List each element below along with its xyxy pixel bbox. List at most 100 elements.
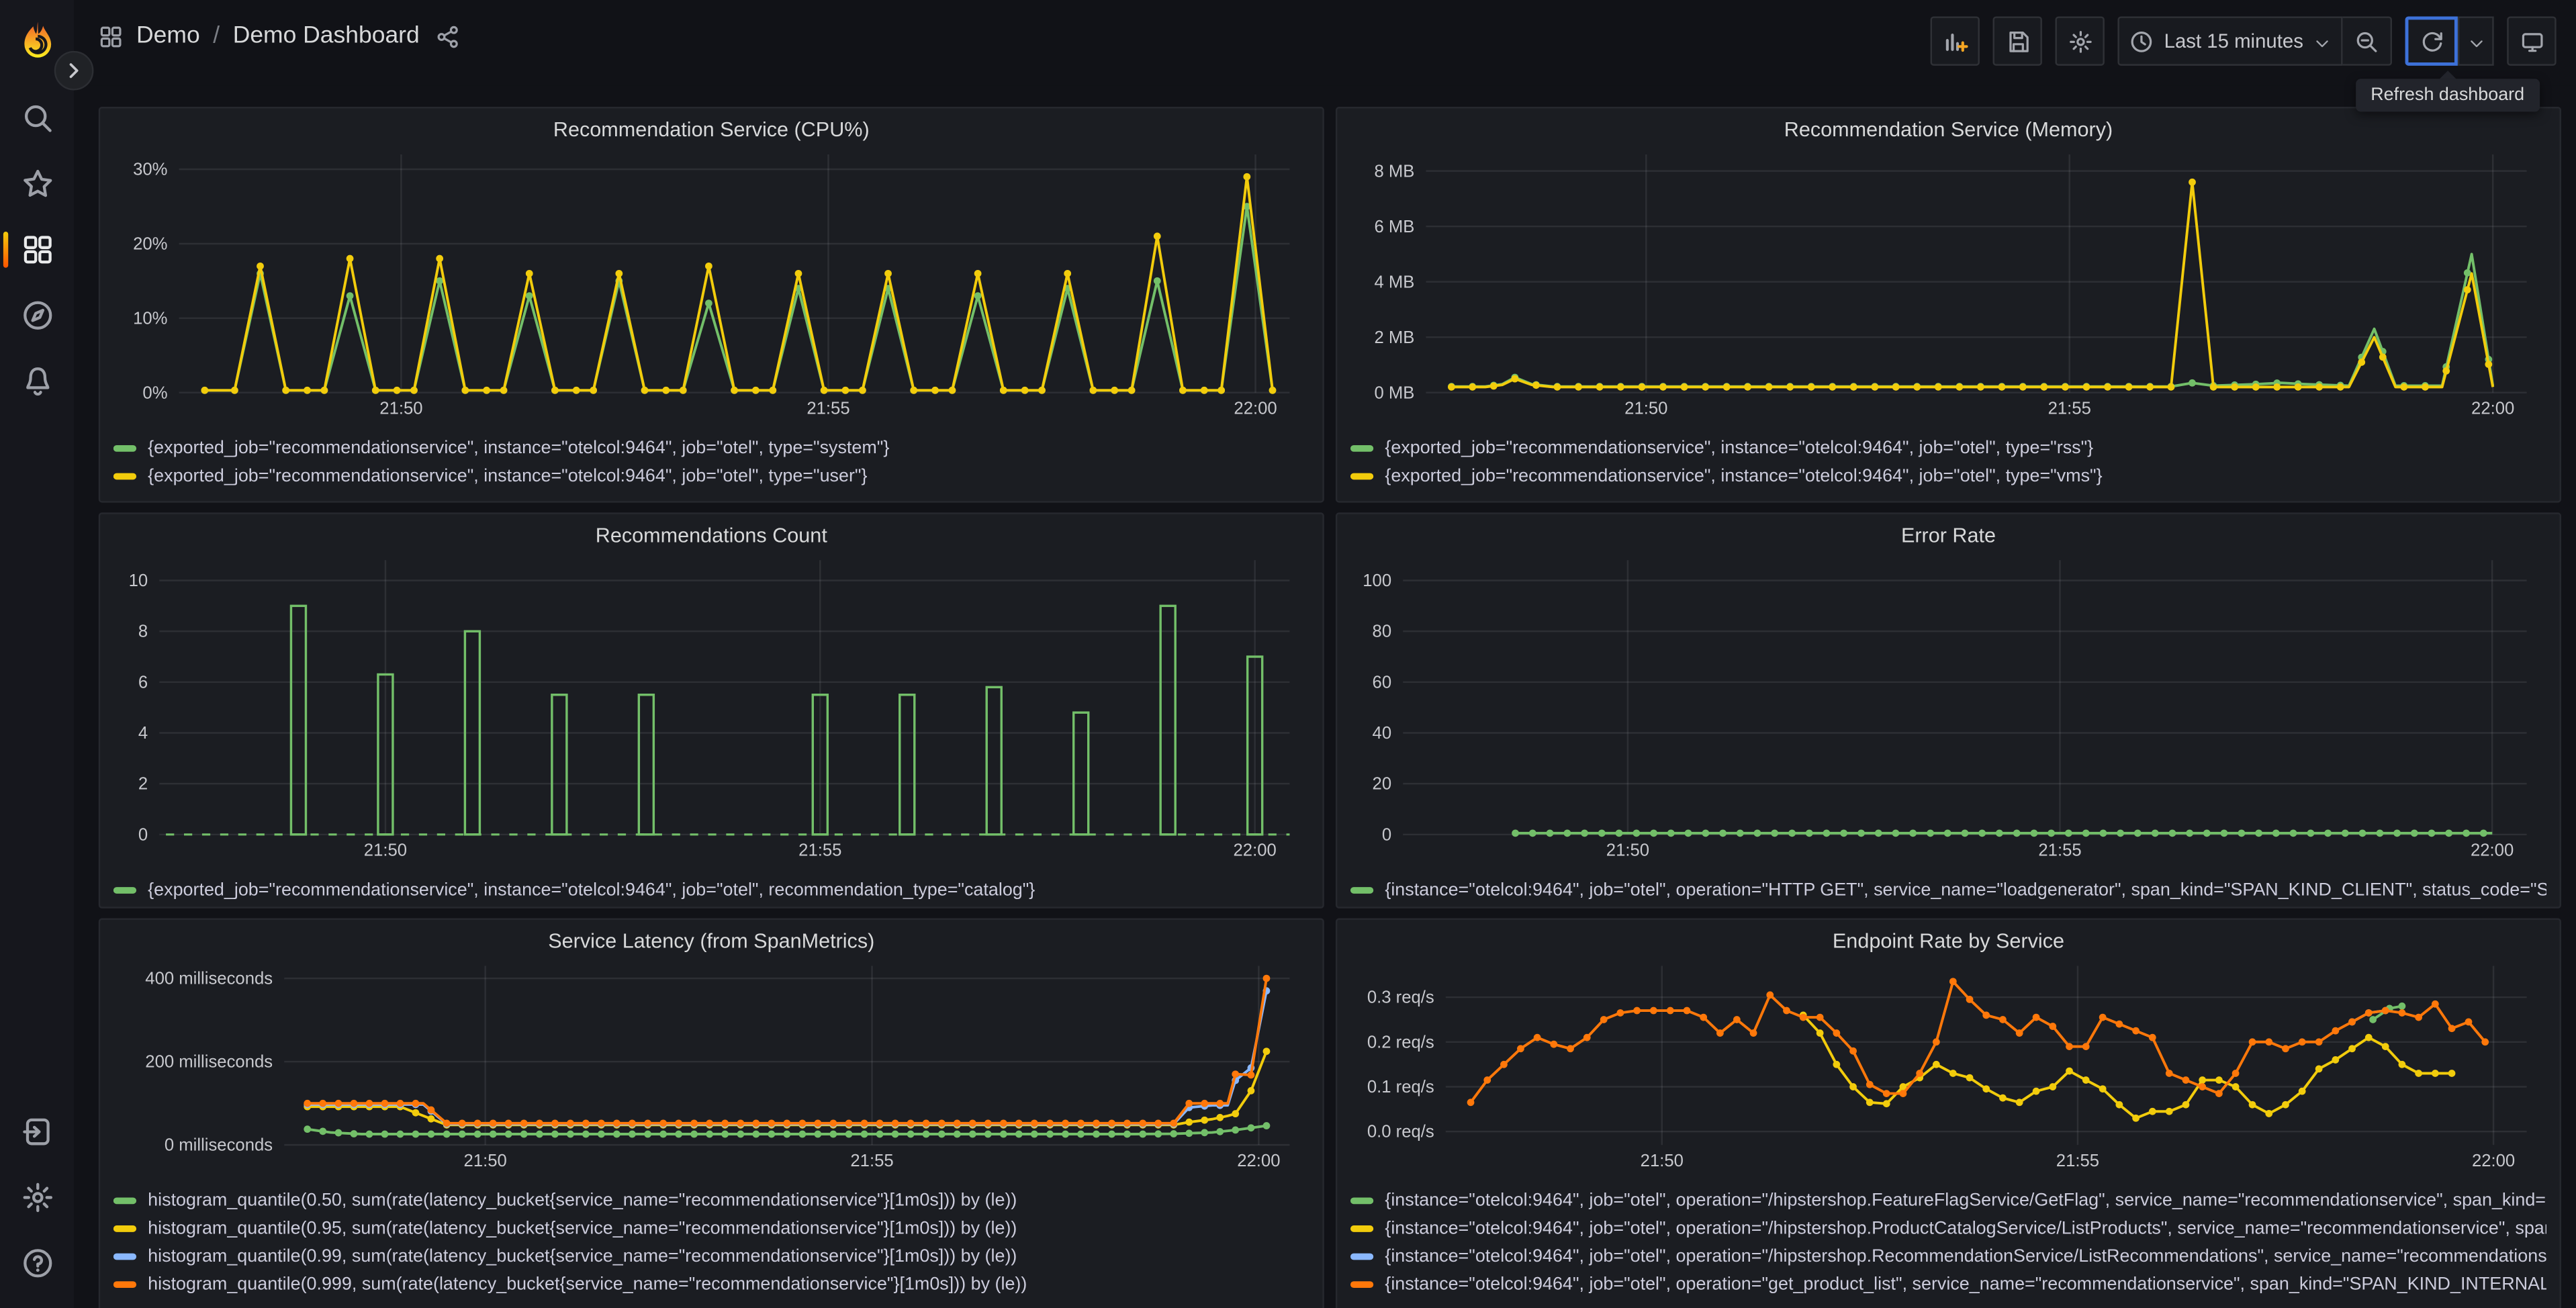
svg-text:0.0 req/s: 0.0 req/s — [1367, 1123, 1434, 1141]
chart[interactable]: 0 MB 2 MB 4 MB 6 MB 8 MB 21:50 21:55 22:00 — [1350, 144, 2546, 428]
legend-series-marker — [113, 886, 137, 893]
legend: {instance="otelcol:9464", job="otel", op… — [1350, 1186, 2546, 1297]
panel-service-latency: Service Latency (from SpanMetrics) 0 mil… — [98, 918, 1324, 1308]
panel-title[interactable]: Recommendations Count — [113, 524, 1309, 547]
legend-item[interactable]: histogram_quantile(0.95, sum(rate(latenc… — [113, 1214, 1309, 1242]
svg-text:0: 0 — [1382, 825, 1391, 844]
svg-text:21:55: 21:55 — [2048, 400, 2091, 418]
sidebar-item-sign-in[interactable] — [0, 1099, 74, 1165]
panel-recommendation-memory: Recommendation Service (Memory) 0 MB 2 MB… — [1335, 107, 2561, 503]
legend-item[interactable]: histogram_quantile(0.50, sum(rate(latenc… — [113, 1186, 1309, 1214]
compass-icon — [21, 299, 54, 332]
zoom-out-button[interactable] — [2342, 16, 2392, 66]
chevron-right-icon — [69, 63, 79, 79]
refresh-interval-dropdown[interactable] — [2457, 16, 2494, 66]
svg-text:30%: 30% — [133, 160, 167, 179]
svg-text:21:50: 21:50 — [464, 1152, 507, 1170]
share-button[interactable] — [436, 24, 461, 48]
apps-icon — [21, 233, 54, 266]
dashboard-settings-button[interactable] — [2056, 16, 2105, 66]
svg-text:200 milliseconds: 200 milliseconds — [145, 1053, 273, 1072]
share-icon — [438, 25, 459, 48]
legend-item[interactable]: {exported_job="recommendationservice", i… — [113, 434, 1309, 462]
legend-series-label: histogram_quantile(0.999, sum(rate(laten… — [148, 1274, 1027, 1294]
time-range-label: Last 15 minutes — [2164, 30, 2303, 53]
breadcrumb-section[interactable]: Demo — [136, 23, 200, 49]
panel-title[interactable]: Endpoint Rate by Service — [1350, 930, 2546, 953]
dashboard-grid: Recommendation Service (CPU%) 0% 10% 20% 30… — [0, 0, 2576, 1308]
sidebar-item-dashboards[interactable] — [0, 217, 74, 283]
legend-series-label: {instance="otelcol:9464", job="otel", op… — [1385, 880, 2546, 900]
legend-series-label: {instance="otelcol:9464", job="otel", op… — [1385, 1274, 2546, 1294]
legend: {exported_job="recommendationservice", i… — [1350, 434, 2546, 489]
legend: {exported_job="recommendationservice", i… — [113, 876, 1309, 904]
add-panel-button[interactable] — [1931, 16, 1980, 66]
legend-item[interactable]: {exported_job="recommendationservice", i… — [113, 876, 1309, 904]
legend-series-marker — [1350, 886, 1374, 893]
legend-item[interactable]: histogram_quantile(0.99, sum(rate(latenc… — [113, 1242, 1309, 1270]
svg-text:60: 60 — [1373, 673, 1392, 692]
chart[interactable]: 0 2 4 6 8 10 21:50 21:55 22:00 — [113, 551, 1309, 871]
legend: {instance="otelcol:9464", job="otel", op… — [1350, 876, 2546, 904]
legend-item[interactable]: histogram_quantile(0.999, sum(rate(laten… — [113, 1270, 1309, 1298]
sidebar-item-alerting[interactable] — [0, 348, 74, 414]
legend-series-label: histogram_quantile(0.50, sum(rate(latenc… — [148, 1190, 1017, 1210]
save-icon — [2006, 29, 2031, 54]
legend-series-marker — [1350, 1280, 1374, 1287]
panel-recommendations-count: Recommendations Count 0 2 4 6 8 10 21:50 21:55 2… — [98, 512, 1324, 908]
legend-item[interactable]: {instance="otelcol:9464", job="otel", op… — [1350, 1186, 2546, 1214]
star-icon — [21, 168, 54, 201]
time-range-picker[interactable]: Last 15 minutes — [2118, 16, 2343, 66]
refresh-button[interactable] — [2405, 16, 2458, 66]
svg-text:4: 4 — [138, 724, 148, 743]
svg-text:21:55: 21:55 — [2038, 841, 2081, 860]
legend-item[interactable]: {exported_job="recommendationservice", i… — [1350, 461, 2546, 489]
refresh-tooltip: Refresh dashboard — [2356, 71, 2540, 112]
legend-series-marker — [113, 1197, 137, 1204]
sidebar-item-configuration[interactable] — [0, 1165, 74, 1231]
sidebar-item-search[interactable] — [0, 85, 74, 151]
gear-icon — [21, 1181, 54, 1214]
sidebar-item-help[interactable] — [0, 1230, 74, 1296]
clock-icon — [2129, 29, 2154, 54]
chart[interactable]: 0.0 req/s 0.1 req/s 0.2 req/s 0.3 req/s 21:5… — [1350, 956, 2546, 1181]
svg-text:21:55: 21:55 — [2056, 1152, 2099, 1170]
sidebar-item-starred[interactable] — [0, 151, 74, 217]
svg-text:0: 0 — [138, 825, 148, 844]
legend-item[interactable]: {exported_job="recommendationservice", i… — [1350, 434, 2546, 462]
chart[interactable]: 0 20 40 60 80 100 21:50 21:55 22:00 — [1350, 551, 2546, 871]
svg-text:21:50: 21:50 — [1624, 400, 1667, 418]
legend-item[interactable]: {exported_job="recommendationservice", i… — [113, 461, 1309, 489]
legend-item[interactable]: {instance="otelcol:9464", job="otel", op… — [1350, 1214, 2546, 1242]
svg-text:0%: 0% — [142, 383, 167, 402]
svg-text:0.2 req/s: 0.2 req/s — [1367, 1033, 1434, 1052]
legend-series-marker — [1350, 472, 1374, 479]
legend-item[interactable]: {instance="otelcol:9464", job="otel", op… — [1350, 1270, 2546, 1298]
legend-series-marker — [113, 1224, 137, 1231]
breadcrumb-page[interactable]: Demo Dashboard — [233, 23, 420, 49]
legend-series-label: {instance="otelcol:9464", job="otel", op… — [1385, 1218, 2546, 1238]
chart[interactable]: 0% 10% 20% 30% 21:50 21:55 22:00 — [113, 144, 1309, 428]
panel-title[interactable]: Error Rate — [1350, 524, 2546, 547]
chart[interactable]: 0 milliseconds 200 milliseconds 400 millis… — [113, 956, 1309, 1181]
legend-series-marker — [113, 444, 137, 451]
legend-item[interactable]: {instance="otelcol:9464", job="otel", op… — [1350, 876, 2546, 904]
panel-title[interactable]: Recommendation Service (CPU%) — [113, 118, 1309, 141]
toolbar: Last 15 minutes Refresh dashboard — [1931, 16, 2557, 112]
svg-text:21:50: 21:50 — [364, 841, 407, 860]
chevron-down-icon — [2313, 32, 2332, 50]
panel-title[interactable]: Recommendation Service (Memory) — [1350, 118, 2546, 141]
save-dashboard-button[interactable] — [1993, 16, 2043, 66]
svg-text:0 milliseconds: 0 milliseconds — [165, 1136, 273, 1155]
panel-title[interactable]: Service Latency (from SpanMetrics) — [113, 930, 1309, 953]
legend-series-marker — [1350, 1224, 1374, 1231]
legend-series-label: histogram_quantile(0.99, sum(rate(latenc… — [148, 1246, 1017, 1266]
legend-series-label: histogram_quantile(0.95, sum(rate(latenc… — [148, 1218, 1017, 1238]
svg-text:22:00: 22:00 — [2471, 841, 2514, 860]
sidebar-item-explore[interactable] — [0, 283, 74, 348]
legend-item[interactable]: {instance="otelcol:9464", job="otel", op… — [1350, 1242, 2546, 1270]
tv-mode-button[interactable] — [2507, 16, 2557, 66]
svg-text:2: 2 — [138, 775, 148, 794]
refresh-controls: Refresh dashboard — [2356, 16, 2540, 112]
sidebar-expand-button[interactable] — [54, 50, 94, 91]
